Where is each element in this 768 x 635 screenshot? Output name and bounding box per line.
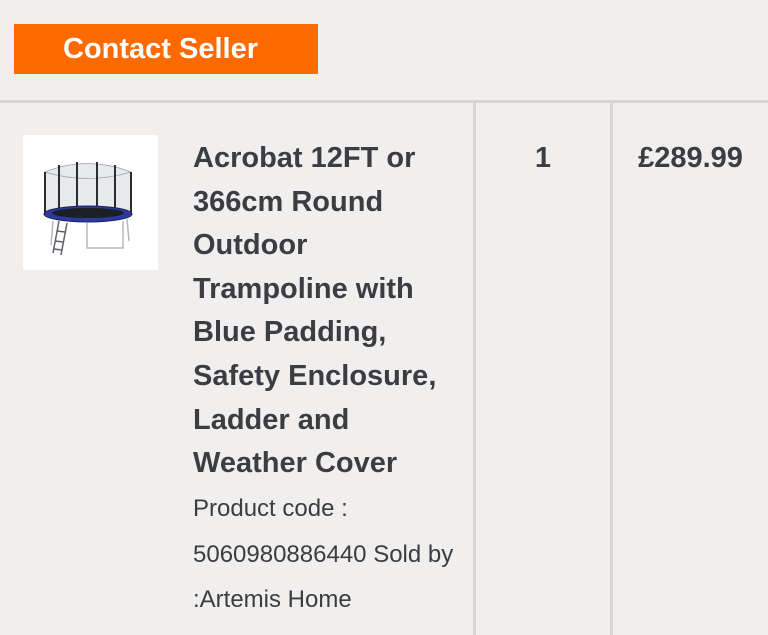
item-price: £289.99 <box>638 142 743 174</box>
trampoline-product-image <box>43 162 133 256</box>
item-quantity: 1 <box>534 142 552 174</box>
product-code-and-seller: Product code : 5060980886440 Sold by :Ar… <box>193 495 454 613</box>
product-image[interactable] <box>23 135 158 270</box>
product-title[interactable]: Acrobat 12FT or 366cm Round Outdoor Tram… <box>193 137 463 486</box>
table-row-divider <box>0 100 768 103</box>
contact-seller-button[interactable]: Contact Seller <box>14 24 318 74</box>
